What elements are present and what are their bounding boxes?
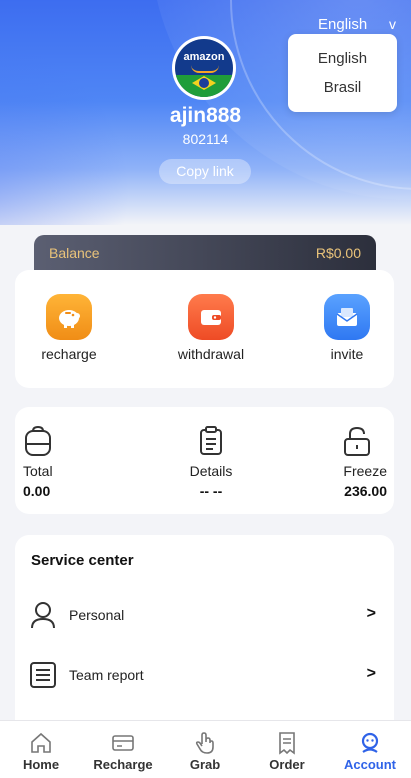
stat-total-value: 0.00 [23, 483, 51, 499]
card-icon [82, 731, 164, 755]
service-center-title: Service center [31, 552, 134, 569]
hand-icon [164, 731, 246, 755]
amazon-logo-icon: amazon [175, 39, 233, 97]
invite-button[interactable]: invite [297, 294, 397, 362]
withdrawal-label: withdrawal [177, 346, 245, 362]
mail-icon [324, 294, 370, 340]
tab-label: Home [22, 757, 60, 772]
order-icon [246, 731, 328, 755]
stat-total: Total 0.00 [23, 425, 53, 499]
chevron-right-icon: > [366, 605, 376, 622]
balance-value: R$0.00 [315, 245, 361, 261]
stat-total-label: Total [23, 463, 53, 479]
menu-item-personal[interactable]: Personal > [15, 595, 394, 635]
stat-details[interactable]: Details -- -- [171, 425, 251, 499]
stat-details-label: Details [189, 463, 233, 479]
bottom-tab-bar: Home Recharge Grab Order Account [0, 720, 411, 778]
home-icon [0, 731, 82, 755]
tab-account[interactable]: Account [329, 721, 411, 778]
wallet-icon [188, 294, 234, 340]
balance-bar: Balance R$0.00 [34, 235, 376, 271]
tab-order[interactable]: Order [246, 721, 328, 778]
tab-grab[interactable]: Grab [164, 721, 246, 778]
menu-item-team-report[interactable]: Team report > [15, 655, 394, 695]
chevron-right-icon: > [366, 665, 376, 682]
withdrawal-button[interactable]: withdrawal [161, 294, 261, 362]
lock-icon [327, 425, 387, 457]
list-icon [29, 660, 57, 695]
avatar: amazon [172, 36, 236, 100]
avatar-logo-text: amazon [183, 51, 225, 63]
menu-item-label: Team report [69, 667, 144, 683]
chevron-down-icon[interactable]: v [389, 16, 396, 32]
copy-link-button[interactable]: Copy link [159, 159, 251, 184]
piggy-bank-icon [46, 294, 92, 340]
stat-freeze-value: 236.00 [344, 483, 387, 499]
recharge-label: recharge [41, 346, 97, 362]
menu-item-label: Personal [69, 607, 125, 623]
tab-label: Account [344, 757, 396, 772]
tab-label: Recharge [93, 757, 153, 772]
tab-recharge[interactable]: Recharge [82, 721, 164, 778]
tab-home[interactable]: Home [0, 721, 82, 778]
stat-details-value: -- -- [199, 483, 223, 499]
invite-label: invite [330, 346, 364, 362]
language-selector[interactable]: English [318, 16, 367, 33]
stats-card: Total 0.00 Details -- -- Freeze 236.00 [15, 407, 394, 514]
tab-label: Order [269, 757, 305, 772]
recharge-button[interactable]: recharge [19, 294, 119, 362]
quick-actions-card: recharge withdrawal invite [15, 270, 394, 388]
service-center-card: Service center Personal > Team report > [15, 535, 394, 735]
language-dropdown-menu: English Brasil [288, 34, 397, 112]
backpack-icon [23, 425, 53, 457]
stat-freeze: Freeze 236.00 [327, 425, 387, 499]
user-id: 802114 [182, 131, 229, 147]
language-option-english[interactable]: English [288, 50, 397, 67]
clipboard-icon [171, 425, 251, 457]
account-icon [329, 731, 411, 755]
tab-label: Grab [189, 757, 221, 772]
balance-label: Balance [49, 245, 100, 261]
person-icon [29, 600, 57, 635]
stat-freeze-label: Freeze [343, 463, 387, 479]
language-option-brasil[interactable]: Brasil [288, 79, 397, 96]
